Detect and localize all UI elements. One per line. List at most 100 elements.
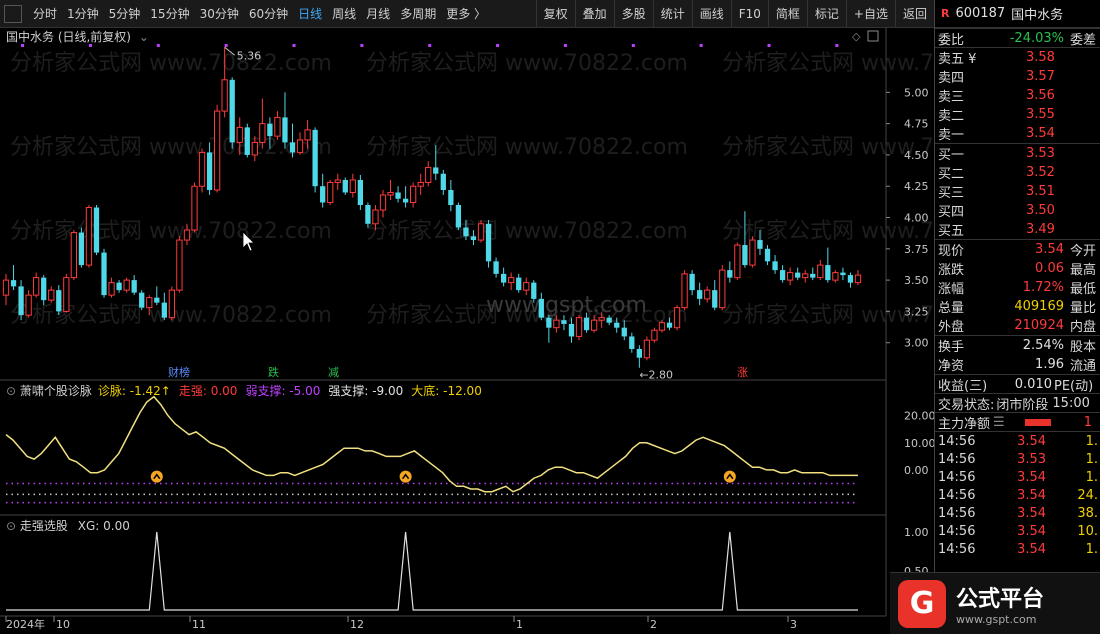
- candle: [772, 255, 778, 274]
- candle: [213, 104, 221, 193]
- stat-value: 0.06: [1035, 261, 1064, 276]
- indicator1-item-0: 诊脉: -1.42↑: [97, 384, 171, 398]
- candle-body: [410, 185, 417, 203]
- event-tag[interactable]: 财榜: [168, 365, 190, 379]
- candle: [108, 277, 115, 298]
- watermark-text: 分析家公式网 www.70822.com: [366, 219, 688, 244]
- period-tab-5[interactable]: 60分钟: [244, 0, 293, 28]
- bids-row[interactable]: 买四 3.50: [935, 201, 1100, 220]
- bids-row[interactable]: 买一 3.53: [935, 144, 1100, 163]
- candle-body: [304, 129, 311, 141]
- bids-row[interactable]: 买五 3.49: [935, 220, 1100, 239]
- candle: [516, 273, 522, 293]
- trade-time: 14:56: [938, 523, 976, 539]
- period-tab-7[interactable]: 周线: [327, 0, 361, 28]
- toolbar-button-2[interactable]: 多股: [613, 0, 653, 28]
- candle-body: [176, 239, 183, 291]
- x-tick-label: 2024年: [6, 617, 45, 631]
- asks-row[interactable]: 卖二 3.55: [935, 105, 1100, 124]
- trade-time: 14:56: [938, 541, 976, 557]
- candle: [787, 267, 794, 286]
- candle: [25, 290, 32, 318]
- diamond-icon[interactable]: ◇: [852, 30, 861, 43]
- period-tab-6[interactable]: 日线: [293, 0, 327, 28]
- candle-body: [259, 123, 266, 143]
- trade-time: 14:56: [938, 433, 976, 449]
- event-tag[interactable]: 跌: [268, 365, 279, 379]
- candle-body: [206, 152, 213, 190]
- candle: [448, 179, 454, 212]
- candle: [810, 267, 816, 281]
- indicator1-item-3: 强支撑: -9.00: [328, 384, 404, 398]
- period-tab-1[interactable]: 1分钟: [62, 0, 104, 28]
- chevron-down-icon[interactable]: ⌄: [139, 30, 149, 44]
- signal-marker: [723, 470, 736, 483]
- toolbar-button-7[interactable]: 标记: [806, 0, 846, 28]
- period-tab-8[interactable]: 月线: [361, 0, 395, 28]
- y-tick-label: 3.75: [904, 243, 929, 256]
- candle: [320, 173, 326, 208]
- candle-body: [590, 319, 598, 331]
- candle-body: [425, 166, 432, 183]
- bids-row[interactable]: 买三 3.51: [935, 182, 1100, 201]
- toolbar-button-5[interactable]: F10: [730, 0, 768, 28]
- candle-body: [327, 181, 334, 203]
- trade-row: 14:56 3.54 1.: [935, 468, 1100, 486]
- watermark-text: 分析家公式网 www.70822.com: [722, 135, 934, 160]
- asks-row[interactable]: 卖一 3.54: [935, 124, 1100, 143]
- signal-dot: [699, 44, 703, 47]
- toolbar-button-1[interactable]: 叠加: [574, 0, 614, 28]
- candle: [357, 174, 364, 211]
- toolbar-button-6[interactable]: 简框: [767, 0, 807, 28]
- period-tab-10[interactable]: 更多 〉: [441, 0, 491, 28]
- trade-volume: 1.: [1085, 433, 1098, 449]
- income-row: 收益(三) 0.010 PE(动): [935, 374, 1100, 394]
- kline-chart[interactable]: 分析家公式网 www.70822.com 分析家公式网 www.70822.com…: [0, 28, 934, 634]
- asks-row[interactable]: 卖三 3.56: [935, 86, 1100, 105]
- stat-value: 1.96: [1035, 357, 1064, 372]
- event-tag[interactable]: 减: [328, 366, 339, 379]
- toolbar-button-9[interactable]: 返回: [894, 0, 934, 28]
- signal-marker-dot: [150, 470, 163, 483]
- trade-time: 14:56: [938, 505, 976, 521]
- trade-row: 14:56 3.54 1.: [935, 540, 1100, 558]
- toolbar-button-0[interactable]: 复权: [535, 0, 575, 28]
- asks-row[interactable]: 卖五 ¥ 3.58: [935, 48, 1100, 67]
- period-tab-9[interactable]: 多周期: [395, 0, 441, 28]
- bids-row[interactable]: 买二 3.52: [935, 163, 1100, 182]
- asks-price: 3.55: [1026, 107, 1055, 122]
- trade-time: 14:56: [938, 487, 976, 503]
- asks-label: 卖五 ¥: [938, 52, 977, 67]
- candle: [417, 173, 424, 195]
- status-row: 交易状态: 闭市阶段 15:00: [935, 393, 1100, 413]
- list-icon[interactable]: ☰: [993, 415, 1005, 430]
- period-tab-2[interactable]: 5分钟: [104, 0, 146, 28]
- menu-icon[interactable]: [4, 4, 22, 23]
- candle-body: [154, 297, 160, 303]
- period-tab-0[interactable]: 分时: [28, 0, 62, 28]
- toolbar-button-8[interactable]: +自选: [845, 0, 895, 28]
- candle-body: [10, 280, 17, 287]
- event-tag[interactable]: 涨: [737, 366, 748, 379]
- stat-label2: 今开: [1070, 244, 1097, 259]
- toolbar-button-3[interactable]: 统计: [652, 0, 692, 28]
- stat-label2: 最高: [1070, 263, 1097, 278]
- asks-row[interactable]: 卖四 3.57: [935, 67, 1100, 86]
- trade-price: 3.54: [1017, 505, 1046, 521]
- quote-panel: R 600187 国中水务 委比 -24.03% 委差 卖五 ¥ 3.58 卖四 3.…: [934, 0, 1100, 634]
- chart-area[interactable]: 分析家公式网 www.70822.com 分析家公式网 www.70822.com…: [0, 28, 934, 634]
- maximize-icon[interactable]: [867, 30, 879, 42]
- ind2-y-tick: 1.00: [904, 526, 929, 539]
- candle: [259, 98, 266, 149]
- candle-body: [636, 348, 642, 358]
- toolbar-button-4[interactable]: 画线: [691, 0, 731, 28]
- candle-body: [779, 270, 786, 281]
- candle-body: [523, 282, 530, 291]
- trade-list[interactable]: 14:56 3.54 1. 14:56 3.53 1. 14:56 3.54 1. 14:56 3.…: [935, 431, 1100, 558]
- candle-body: [575, 317, 583, 337]
- weibi-row: 委比 -24.03% 委差: [935, 28, 1100, 48]
- period-tab-4[interactable]: 30分钟: [195, 0, 244, 28]
- settings-icon[interactable]: ⊙: [6, 384, 20, 398]
- settings-icon[interactable]: ⊙: [6, 519, 16, 533]
- period-tab-3[interactable]: 15分钟: [145, 0, 194, 28]
